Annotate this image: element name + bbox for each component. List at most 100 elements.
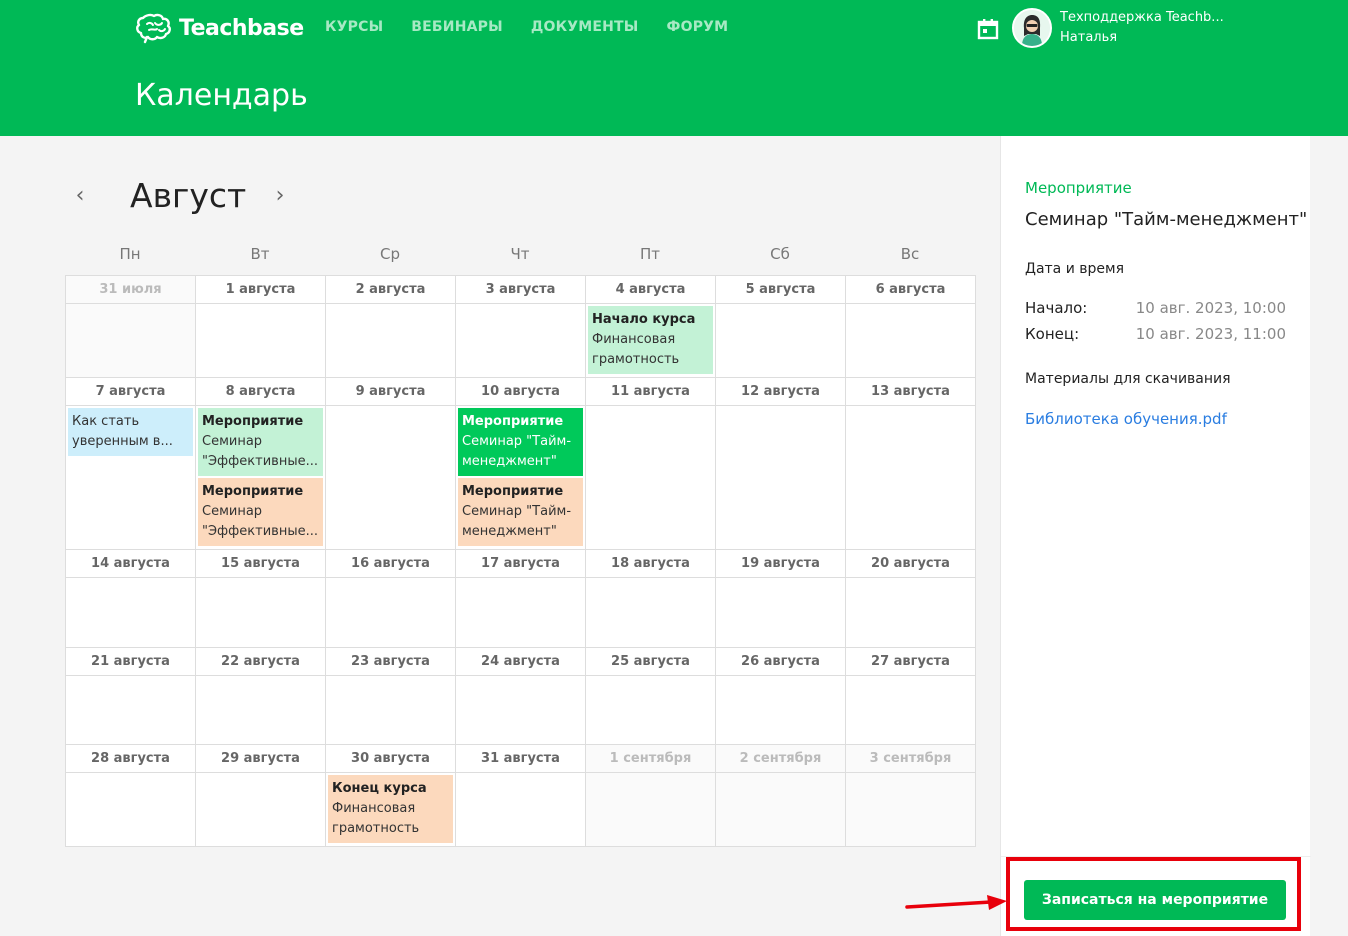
calendar-day[interactable]: 14 августа — [66, 550, 196, 648]
calendar-day[interactable]: 12 августа — [716, 378, 846, 550]
calendar-day[interactable]: 8 августа Мероприятие Семинар "Эффективн… — [196, 378, 326, 550]
calendar-day[interactable]: 23 августа — [326, 648, 456, 745]
weekday-header: Пн Вт Ср Чт Пт Сб Вс — [65, 245, 975, 263]
brand-logo[interactable]: Teachbase — [135, 12, 304, 44]
calendar-day[interactable]: 15 августа — [196, 550, 326, 648]
day-date: 1 августа — [196, 276, 325, 304]
day-date: 24 августа — [456, 648, 585, 676]
calendar-day[interactable]: 22 августа — [196, 648, 326, 745]
avatar[interactable] — [1012, 8, 1052, 48]
day-date: 13 августа — [846, 378, 975, 406]
main-nav: КУРСЫ ВЕБИНАРЫ ДОКУМЕНТЫ ФОРУМ — [325, 19, 756, 35]
day-date: 20 августа — [846, 550, 975, 578]
calendar-event[interactable]: Начало курса Финансовая грамотность — [588, 306, 713, 374]
calendar-day[interactable]: 19 августа — [716, 550, 846, 648]
calendar-week: 7 августа Как стать уверенным в... 8 авг… — [66, 378, 976, 550]
calendar-day[interactable]: 13 августа — [846, 378, 976, 550]
calendar-day[interactable]: 31 июля — [66, 276, 196, 378]
calendar-day[interactable]: 5 августа — [716, 276, 846, 378]
day-date: 29 августа — [196, 745, 325, 773]
event-title: Конец курса — [332, 781, 427, 796]
brain-icon — [136, 13, 171, 44]
calendar-day[interactable]: 6 августа — [846, 276, 976, 378]
calendar-day[interactable]: 7 августа Как стать уверенным в... — [66, 378, 196, 550]
calendar-week: 31 июля 1 августа 2 августа 3 августа 4 … — [66, 276, 976, 378]
calendar-day[interactable]: 21 августа — [66, 648, 196, 745]
start-label: Начало: — [1025, 299, 1088, 317]
day-date: 1 сентября — [586, 745, 715, 773]
chevron-right-icon[interactable]: › — [268, 182, 292, 210]
day-date: 26 августа — [716, 648, 845, 676]
calendar-day[interactable]: 25 августа — [586, 648, 716, 745]
day-date: 25 августа — [586, 648, 715, 676]
calendar-day[interactable]: 27 августа — [846, 648, 976, 745]
day-date: 27 августа — [846, 648, 975, 676]
day-date: 5 августа — [716, 276, 845, 304]
nav-item-courses[interactable]: КУРСЫ — [325, 19, 383, 35]
datetime-heading: Дата и время — [1025, 261, 1124, 277]
day-date: 31 августа — [456, 745, 585, 773]
calendar-day[interactable]: 26 августа — [716, 648, 846, 745]
calendar-icon[interactable] — [977, 18, 999, 40]
calendar-day[interactable]: 1 сентября — [586, 745, 716, 847]
event-title: Мероприятие — [462, 414, 564, 429]
calendar-day[interactable]: 11 августа — [586, 378, 716, 550]
calendar-day[interactable]: 2 августа — [326, 276, 456, 378]
calendar-day[interactable]: 20 августа — [846, 550, 976, 648]
user-name[interactable]: Техподдержка Teachb... — [1060, 10, 1224, 25]
calendar-event[interactable]: Мероприятие Семинар "Эффективные... — [198, 408, 323, 476]
day-date: 16 августа — [326, 550, 455, 578]
calendar-event[interactable]: Конец курса Финансовая грамотность — [328, 775, 453, 843]
nav-item-documents[interactable]: ДОКУМЕНТЫ — [531, 19, 639, 35]
day-date: 7 августа — [66, 378, 195, 406]
signup-event-button[interactable]: Записаться на мероприятие — [1024, 880, 1286, 920]
calendar-day[interactable]: 24 августа — [456, 648, 586, 745]
calendar-event[interactable]: Мероприятие Семинар "Эффективные... — [198, 478, 323, 546]
page-title: Календарь — [135, 78, 308, 113]
day-date: 22 августа — [196, 648, 325, 676]
event-text: Финансовая грамотность — [332, 801, 420, 836]
user-avatar-icon — [1014, 10, 1050, 46]
calendar-day[interactable]: 1 августа — [196, 276, 326, 378]
event-title: Мероприятие — [202, 414, 304, 429]
event-title: Мероприятие — [202, 484, 304, 499]
day-date: 10 августа — [456, 378, 585, 406]
calendar-day[interactable]: 10 августа Мероприятие Семинар "Тайм-мен… — [456, 378, 586, 550]
weekday-label: Ср — [380, 245, 400, 263]
chevron-left-icon[interactable]: ‹ — [68, 182, 92, 210]
calendar-grid: 31 июля 1 августа 2 августа 3 августа 4 … — [65, 275, 976, 847]
day-date: 31 июля — [66, 276, 195, 304]
start-value: 10 авг. 2023, 10:00 — [1135, 299, 1286, 317]
event-text: Семинар "Эффективные... — [202, 504, 318, 539]
calendar-event[interactable]: Как стать уверенным в... — [68, 408, 193, 456]
brand-name: Teachbase — [179, 15, 304, 41]
event-text: Семинар "Тайм-менеджмент" — [462, 504, 572, 539]
event-type: Мероприятие — [1025, 179, 1132, 197]
end-value: 10 авг. 2023, 11:00 — [1135, 325, 1286, 343]
calendar-day[interactable]: 18 августа — [586, 550, 716, 648]
calendar-day[interactable]: 16 августа — [326, 550, 456, 648]
calendar-event[interactable]: Мероприятие Семинар "Тайм-менеджмент" — [458, 478, 583, 546]
calendar-day[interactable]: 3 сентября — [846, 745, 976, 847]
calendar-week: 14 августа 15 августа 16 августа 17 авгу… — [66, 550, 976, 648]
weekday-label: Чт — [510, 245, 530, 263]
download-file-link[interactable]: Библиотека обучения.pdf — [1025, 410, 1227, 428]
calendar-day[interactable]: 3 августа — [456, 276, 586, 378]
calendar-day[interactable]: 9 августа — [326, 378, 456, 550]
calendar-day[interactable]: 4 августа Начало курса Финансовая грамот… — [586, 276, 716, 378]
day-date: 3 августа — [456, 276, 585, 304]
calendar-day[interactable]: 31 августа — [456, 745, 586, 847]
calendar-day[interactable]: 29 августа — [196, 745, 326, 847]
calendar-day[interactable]: 30 августа Конец курса Финансовая грамот… — [326, 745, 456, 847]
calendar-day[interactable]: 2 сентября — [716, 745, 846, 847]
weekday-label: Вс — [900, 245, 920, 263]
nav-item-forum[interactable]: ФОРУМ — [667, 19, 729, 35]
user-subname[interactable]: Наталья — [1060, 30, 1117, 45]
event-text: Семинар "Тайм-менеджмент" — [462, 434, 572, 469]
calendar-day[interactable]: 28 августа — [66, 745, 196, 847]
nav-item-webinars[interactable]: ВЕБИНАРЫ — [411, 19, 503, 35]
calendar-day[interactable]: 17 августа — [456, 550, 586, 648]
day-date: 17 августа — [456, 550, 585, 578]
event-text: Как стать уверенным в... — [72, 414, 173, 449]
calendar-event-selected[interactable]: Мероприятие Семинар "Тайм-менеджмент" — [458, 408, 583, 476]
